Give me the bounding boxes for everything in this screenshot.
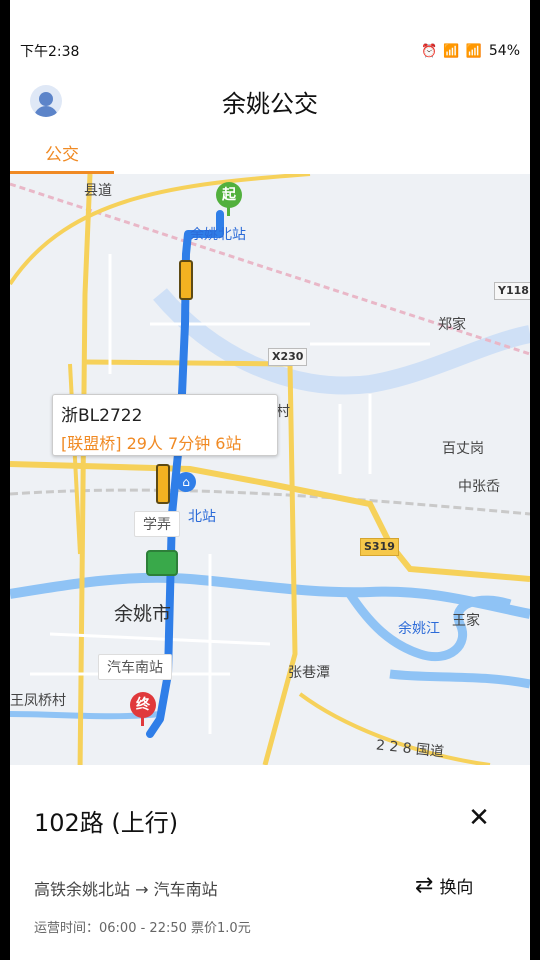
label-yuyao-river: 余姚江 — [398, 621, 440, 637]
bus-icon[interactable] — [156, 464, 170, 504]
label-wangjia: 王家 — [452, 613, 480, 629]
swap-arrows-icon: ⇄ — [415, 873, 434, 898]
start-marker-icon[interactable]: 起 — [216, 182, 242, 216]
swap-label: 换向 — [439, 878, 474, 898]
label-north-station-2: 北站 — [188, 509, 216, 525]
battery-level: 54% — [488, 43, 520, 59]
route-info-panel: 102路 (上行) ✕ 高铁余姚北站 → 汽车南站 ⇄ 换向 运营时间：06:0… — [10, 765, 530, 960]
tab-bus-label: 公交 — [45, 145, 79, 165]
tab-bus[interactable]: 公交 — [10, 136, 114, 174]
swap-direction-button[interactable]: ⇄ 换向 — [415, 873, 473, 898]
label-yuyao-city: 余姚市 — [114, 603, 172, 625]
station-tag-xuenong[interactable]: 学弄 — [134, 511, 180, 537]
app-screen: 下午2:38 ⏰ 📶 📶 54% 余姚公交 公交 县道 余姚北站 郑家 百丈岗 … — [10, 0, 530, 960]
bus-info-popup[interactable]: 浙BL2722 [联盟桥] 29人 7分钟 6站 — [52, 394, 278, 456]
route-hours-fare: 运营时间：06:00 - 22:50 票价1.0元 — [34, 921, 251, 936]
bus-plate: 浙BL2722 — [61, 406, 143, 426]
end-marker-icon[interactable]: 终 — [130, 692, 156, 726]
station-tag-bus-south[interactable]: 汽车南站 — [98, 654, 172, 680]
road-badge-y118: Y118 — [494, 282, 530, 300]
status-right: ⏰ 📶 📶 54% — [421, 43, 520, 59]
station-icon[interactable]: ⌂ — [176, 472, 196, 492]
status-bar: 下午2:38 ⏰ 📶 📶 54% — [10, 36, 530, 66]
label-baizhanggang: 百丈岗 — [442, 441, 484, 457]
bus-status: [联盟桥] 29人 7分钟 6站 — [61, 434, 242, 453]
route-direction: 高铁余姚北站 → 汽车南站 — [34, 880, 218, 899]
label-wangfengqiao: 王凤桥村 — [10, 693, 66, 709]
road-badge-x230: X230 — [268, 348, 308, 366]
route-map[interactable]: 县道 余姚北站 郑家 百丈岗 中张岙 东光村 北站 余姚市 余姚江 王家 张巷潭… — [10, 174, 530, 765]
route-name: 102路 (上行) — [34, 809, 179, 837]
close-icon[interactable]: ✕ — [465, 804, 493, 832]
tab-bar: 公交 — [10, 136, 530, 175]
road-badge-s319: S319 — [360, 538, 399, 556]
page-title: 余姚公交 — [222, 90, 318, 118]
map-graphics — [10, 174, 530, 765]
app-header: 余姚公交 — [10, 66, 530, 136]
bus-stop-icon[interactable] — [146, 550, 178, 576]
label-zhengjia: 郑家 — [438, 317, 466, 333]
bus-icon[interactable] — [179, 260, 193, 300]
label-county-road: 县道 — [84, 183, 112, 199]
label-yuyao-north-station: 余姚北站 — [190, 227, 246, 243]
label-zhangxiangtan: 张巷潭 — [288, 665, 330, 681]
label-zhongzhangdang: 中张岙 — [458, 479, 500, 495]
status-time: 下午2:38 — [20, 44, 80, 60]
status-icons: ⏰ 📶 📶 — [421, 43, 483, 59]
